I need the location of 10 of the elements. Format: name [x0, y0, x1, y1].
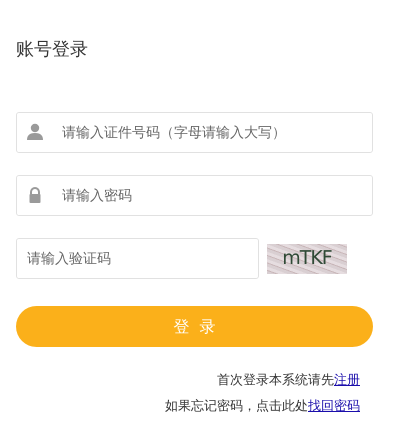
input-field[interactable]: 请输入验证码 [16, 238, 259, 279]
text-link[interactable]: 注册 [334, 373, 360, 388]
page-title: 账号登录 [16, 38, 89, 62]
captcha-image[interactable]: mTKF [267, 244, 347, 274]
input-field[interactable]: 请输入证件号码（字母请输入大写） [16, 112, 373, 153]
text-link[interactable]: 找回密码 [308, 399, 360, 414]
user-icon [26, 123, 44, 141]
input-field[interactable]: 请输入密码 [16, 175, 373, 216]
help-text: 首次登录本系统请先注册 [216, 372, 360, 390]
help-text: 如果忘记密码，点击此处找回密码 [164, 398, 360, 416]
